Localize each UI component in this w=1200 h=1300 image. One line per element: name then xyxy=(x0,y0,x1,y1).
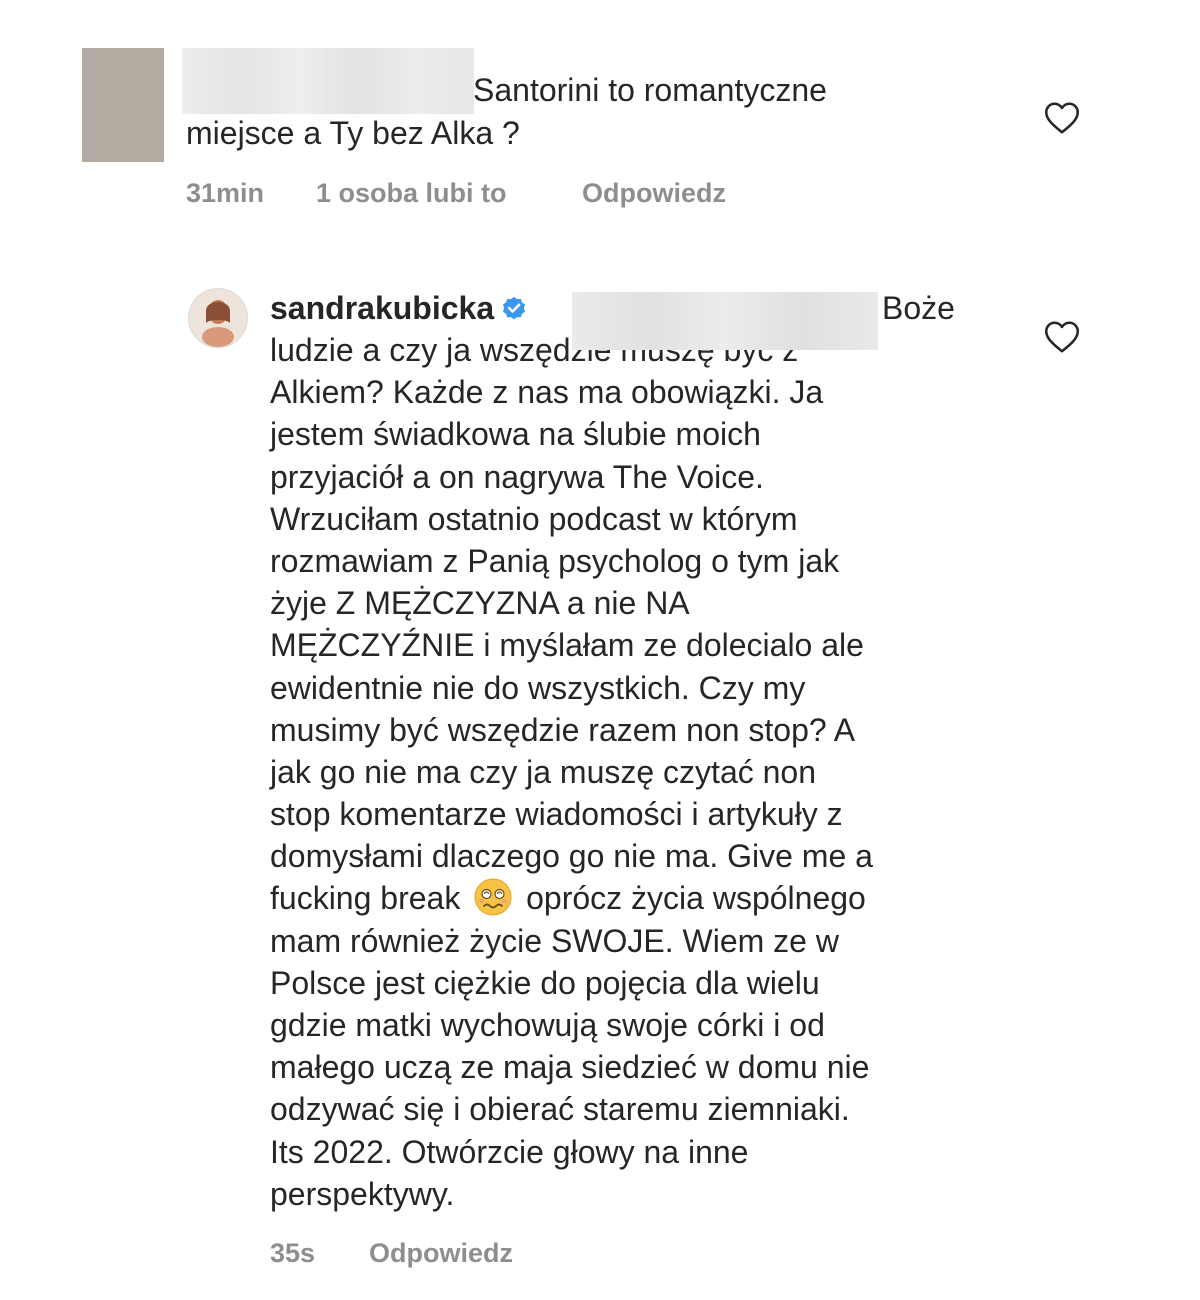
reply-text-line: odzywać się i obierać staremu ziemniaki. xyxy=(270,1091,850,1128)
reply-text-fragment: oprócz życia wspólnego xyxy=(526,880,866,917)
reply-text-line: żyje Z MĘŻCZYZNA a nie NA xyxy=(270,585,690,622)
reply-time: 35s xyxy=(270,1238,316,1268)
reply-text-line: jak go nie ma czy ja muszę czytać non xyxy=(270,753,817,790)
reply-text-line: domysłami dlaczego go nie ma. Give me a xyxy=(270,838,873,875)
comment-likes-link[interactable]: 1 osoba lubi to xyxy=(316,177,507,209)
reply-text-line: MĘŻCZYŹNIE i myślałam ze dolecialo ale xyxy=(270,627,864,664)
reply-comment: sandrakubicka Boże ludzie a czy ja wszęd… xyxy=(270,287,990,1215)
reply-text-line: musimy być wszędzie razem non stop? A xyxy=(270,711,856,748)
reply-text-line: ewidentnie nie do wszystkich. Czy my xyxy=(270,669,806,706)
reply-text-line: Boże xyxy=(882,290,955,326)
reply-reply-button[interactable]: Odpowiedz xyxy=(369,1237,513,1269)
reply-text-line: rozmawiam z Panią psycholog o tym jak xyxy=(270,542,840,579)
reply-text-line: perspektywy. xyxy=(270,1175,455,1212)
reply-first-line: sandrakubicka Boże xyxy=(270,287,990,350)
avatar-redacted[interactable] xyxy=(82,48,164,162)
reply-text-line: Its 2022. Otwórzcie głowy na inne xyxy=(270,1133,749,1170)
reply-text-line: gdzie matki wychowują swoje córki i od xyxy=(270,1007,825,1043)
reply-text-line: Polsce jest ciężkie do pojęcia dla wielu xyxy=(270,964,820,1001)
redacted-username xyxy=(182,48,474,114)
comment-text-line: miejsce a Ty bez Alka ? xyxy=(186,115,520,151)
redacted-mention xyxy=(572,292,878,350)
reply-text-line: Wrzuciłam ostatnio podcast w którym xyxy=(270,500,798,537)
reply-text-line: Alkiem? Każde z nas ma obowiązki. Ja xyxy=(270,374,824,411)
verified-badge-icon xyxy=(503,296,526,320)
avatar-photo xyxy=(189,289,247,347)
reply-text-line: stop komentarze wiadomości i artykuły z xyxy=(270,796,843,833)
heart-icon[interactable] xyxy=(1044,101,1080,135)
woozy-face-emoji-icon xyxy=(474,878,512,916)
comment-reply-button[interactable]: Odpowiedz xyxy=(582,177,726,209)
reply-text-fragment: fucking break xyxy=(270,880,461,917)
heart-icon[interactable] xyxy=(1044,320,1080,354)
reply-text-line: mam również życie SWOJE. Wiem ze w xyxy=(270,922,839,959)
comment-text-line: Santorini to romantyczne xyxy=(473,72,827,108)
reply-emoji-line: fucking break oprócz życia wspólnego xyxy=(270,877,990,919)
username-link[interactable]: sandrakubicka xyxy=(270,290,494,326)
comment-time: 31min xyxy=(186,178,265,208)
comment-item: Santorini to romantyczne miejsce a Ty be… xyxy=(0,0,1200,240)
reply-text-line: przyjaciół a on nagrywa The Voice. xyxy=(270,458,764,495)
reply-text-line: małego uczą ze maja siedzieć w domu nie xyxy=(270,1049,870,1086)
reply-text-line: jestem świadkowa na ślubie moich xyxy=(270,416,761,453)
avatar[interactable] xyxy=(188,288,248,348)
